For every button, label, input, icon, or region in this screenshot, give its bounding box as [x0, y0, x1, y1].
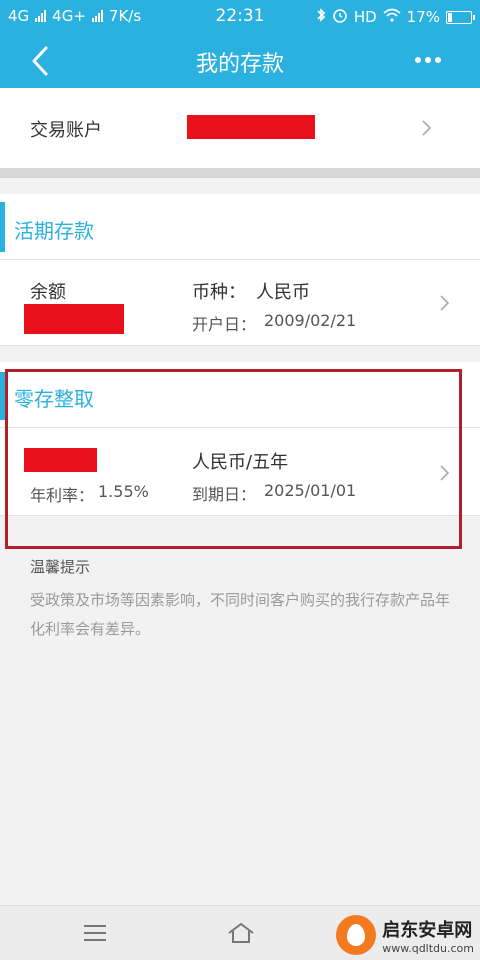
demand-deposit-header: 活期存款 [0, 194, 480, 260]
battery-percent: 17% [406, 8, 440, 26]
open-date-value: 2009/02/21 [264, 311, 357, 330]
tips-text: 受政策及市场等因素影响，不同时间客户购买的我行存款产品年化利率会有差异。 [30, 591, 451, 638]
trading-account-label: 交易账户 [30, 120, 102, 141]
wifi-icon [383, 8, 401, 26]
chevron-right-icon [420, 118, 434, 138]
more-dot-icon [425, 57, 431, 63]
battery-level-fill [448, 12, 452, 22]
app-header: 4G 4G+ 7K/s 22:31 HD 17% 我的存款 [0, 0, 480, 88]
watermark-text: 启东安卓网 www.qdltdu.com [382, 916, 474, 955]
balance-label: 余额 [30, 282, 66, 303]
demand-deposit-card[interactable]: 余额 币种： 人民币 开户日： 2009/02/21 [0, 260, 480, 346]
watermark-name: 启东安卓网 [382, 919, 473, 941]
status-bar: 4G 4G+ 7K/s 22:31 HD 17% [0, 0, 480, 32]
menu-icon[interactable] [80, 920, 110, 946]
battery-icon [446, 10, 475, 24]
redacted-balance [24, 304, 124, 334]
chevron-right-icon [438, 293, 452, 313]
section-accent-bar [0, 202, 5, 252]
demand-deposit-title: 活期存款 [14, 219, 94, 243]
page-title: 我的存款 [195, 52, 284, 77]
trading-account-row[interactable]: 交易账户 [0, 88, 480, 168]
navigation-bar: 我的存款 [0, 32, 480, 88]
hd-label: HD [353, 8, 377, 26]
home-icon[interactable] [226, 920, 256, 946]
divider [0, 168, 480, 178]
redacted-account-number [187, 115, 315, 139]
watermark-url: www.qdltdu.com [382, 941, 474, 955]
alarm-icon [332, 7, 348, 27]
more-dot-icon [435, 57, 441, 63]
watermark-logo-icon [336, 915, 377, 955]
status-right: HD 17% [316, 7, 475, 27]
currency-label: 币种： [192, 282, 246, 303]
bluetooth-icon [316, 7, 326, 27]
more-dot-icon [415, 57, 421, 63]
open-date-label: 开户日： [192, 315, 257, 334]
highlight-box [5, 369, 462, 549]
tips-title: 温馨提示 [30, 558, 91, 576]
currency-value: 人民币 [256, 282, 310, 303]
more-options-button[interactable] [412, 44, 444, 76]
watermark: 启东安卓网 www.qdltdu.com [336, 912, 474, 958]
